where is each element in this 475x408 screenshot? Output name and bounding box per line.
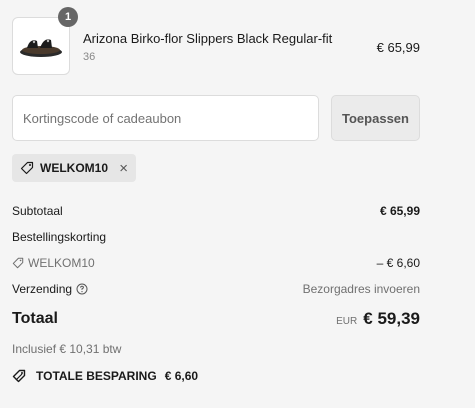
shipping-value: Bezorgadres invoeren (302, 282, 420, 296)
order-discount-label: Bestellingskorting (12, 230, 107, 244)
discount-value: – € 6,60 (376, 256, 420, 270)
slipper-image (20, 39, 62, 57)
quantity-badge: 1 (58, 7, 78, 27)
shipping-row: Verzending Bezorgadres invoeren (12, 282, 420, 296)
savings-value: € 6,60 (164, 369, 199, 383)
product-price: € 65,99 (376, 40, 420, 55)
discount-code-input[interactable] (12, 95, 319, 141)
product-variant: 36 (83, 51, 96, 63)
savings-label: TOTALE BESPARING (36, 369, 157, 383)
discount-code-summary: WELKOM10 (12, 256, 95, 270)
total-value: € 59,39 (363, 309, 420, 328)
apply-discount-button[interactable]: Toepassen (331, 95, 420, 141)
product-thumbnail (12, 17, 70, 75)
cart-line-item: 1 Arizona Birko-flor Slippers Black Regu… (12, 7, 420, 75)
applied-code-label: WELKOM10 (40, 161, 109, 175)
shipping-label: Verzending (12, 282, 73, 296)
discount-code-row: Toepassen (12, 95, 420, 141)
discount-detail-row: WELKOM10 – € 6,60 (12, 256, 420, 270)
tax-note-row: Inclusief € 10,31 btw (12, 342, 420, 356)
applied-discount-chip: WELKOM10 × (12, 154, 136, 182)
tag-icon (20, 161, 34, 175)
tag-icon (12, 257, 24, 269)
tax-note: Inclusief € 10,31 btw (12, 342, 122, 356)
total-currency: EUR (336, 316, 358, 327)
total-amount-group: EUR € 59,39 (336, 309, 420, 329)
total-row: Totaal EUR € 59,39 (12, 309, 420, 329)
total-savings: TOTALE BESPARING € 6,60 (12, 369, 198, 383)
order-discount-row: Bestellingskorting (12, 230, 420, 244)
remove-discount-icon[interactable]: × (119, 160, 128, 177)
shipping-label-group: Verzending (12, 282, 88, 296)
subtotal-row: Subtotaal € 65,99 (12, 204, 420, 218)
discount-code-text: WELKOM10 (28, 256, 95, 270)
subtotal-value: € 65,99 (379, 204, 420, 218)
total-label: Totaal (12, 310, 58, 327)
tag-icon (12, 369, 26, 383)
subtotal-label: Subtotaal (12, 204, 63, 218)
question-icon[interactable] (76, 283, 88, 295)
product-name: Arizona Birko-flor Slippers Black Regula… (83, 31, 333, 46)
